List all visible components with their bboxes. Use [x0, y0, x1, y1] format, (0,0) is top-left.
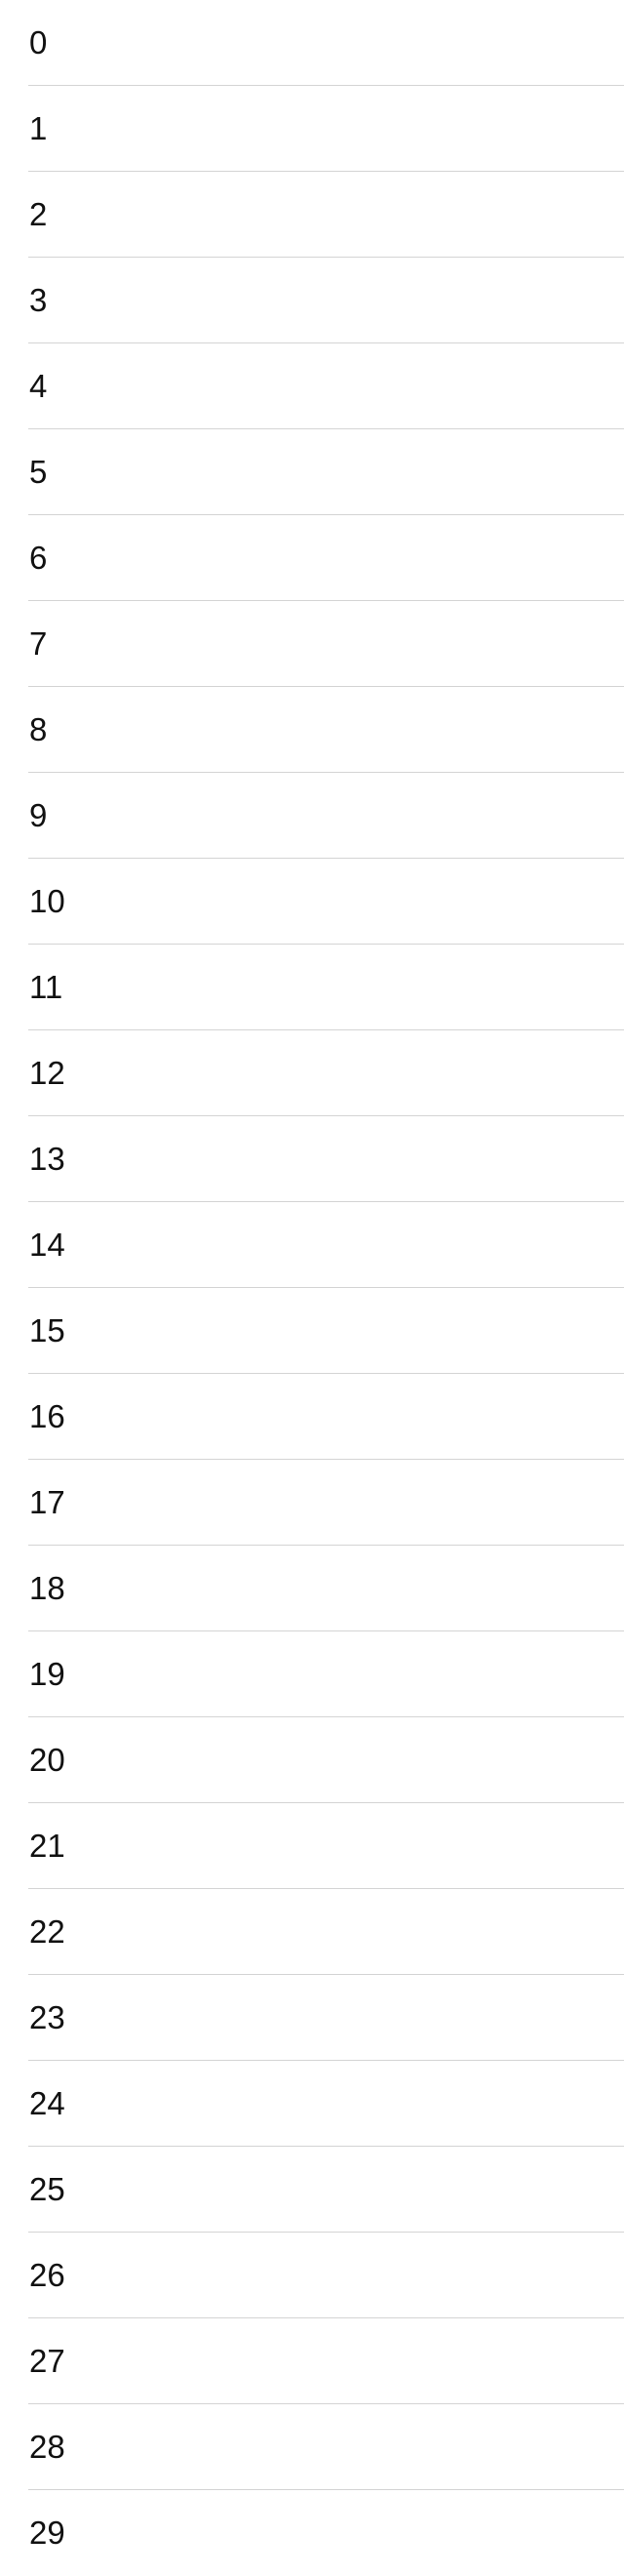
- list-item-label: 0: [29, 24, 48, 60]
- list-item-label: 23: [29, 1999, 65, 2035]
- list-item[interactable]: 18: [28, 1546, 624, 1631]
- list-item-label: 19: [29, 1656, 65, 1692]
- list-item-label: 5: [29, 454, 48, 490]
- list-item[interactable]: 17: [28, 1460, 624, 1546]
- list-item-label: 22: [29, 1913, 65, 1950]
- list-item[interactable]: 27: [28, 2318, 624, 2404]
- list-item-label: 10: [29, 883, 65, 919]
- list-item[interactable]: 3: [28, 258, 624, 343]
- list-item[interactable]: 12: [28, 1030, 624, 1116]
- list-item-label: 12: [29, 1055, 65, 1091]
- list-item[interactable]: 4: [28, 343, 624, 429]
- list-item-label: 9: [29, 797, 48, 833]
- list-item[interactable]: 16: [28, 1374, 624, 1460]
- list-item-label: 4: [29, 368, 48, 404]
- list-item-label: 8: [29, 711, 48, 747]
- list-item[interactable]: 13: [28, 1116, 624, 1202]
- list-item[interactable]: 20: [28, 1717, 624, 1803]
- list-item[interactable]: 11: [28, 945, 624, 1030]
- list-item-label: 24: [29, 2085, 65, 2121]
- list-item-label: 26: [29, 2257, 65, 2293]
- list-item[interactable]: 0: [28, 0, 624, 86]
- list-item-label: 27: [29, 2343, 65, 2379]
- list-item-label: 25: [29, 2171, 65, 2207]
- list-item-label: 7: [29, 625, 48, 662]
- list-item[interactable]: 25: [28, 2147, 624, 2233]
- list-item[interactable]: 28: [28, 2404, 624, 2490]
- list-item-label: 1: [29, 110, 48, 146]
- list-item-label: 14: [29, 1227, 65, 1263]
- list-item[interactable]: 22: [28, 1889, 624, 1975]
- list-item-label: 2: [29, 196, 48, 232]
- list-item[interactable]: 21: [28, 1803, 624, 1889]
- list-item[interactable]: 1: [28, 86, 624, 172]
- list-item-label: 16: [29, 1398, 65, 1434]
- list-item[interactable]: 5: [28, 429, 624, 515]
- list-item-label: 17: [29, 1484, 65, 1520]
- list-item[interactable]: 15: [28, 1288, 624, 1374]
- list-item[interactable]: 7: [28, 601, 624, 687]
- list-item[interactable]: 10: [28, 859, 624, 945]
- list-item[interactable]: 6: [28, 515, 624, 601]
- list-item[interactable]: 24: [28, 2061, 624, 2147]
- number-list: 0 1 2 3 4 5 6 7 8 9 10 11 12 13 14 15 16 17 18 19 20 21 22 23 24…: [0, 0, 624, 2576]
- list-item[interactable]: 8: [28, 687, 624, 773]
- list-item-label: 11: [29, 969, 63, 1005]
- list-item-label: 18: [29, 1570, 65, 1606]
- list-item-label: 29: [29, 2515, 65, 2551]
- list-item[interactable]: 19: [28, 1631, 624, 1717]
- list-item-label: 3: [29, 282, 48, 318]
- list-item-label: 15: [29, 1312, 65, 1348]
- list-item[interactable]: 14: [28, 1202, 624, 1288]
- list-item[interactable]: 9: [28, 773, 624, 859]
- list-item-label: 13: [29, 1141, 65, 1177]
- list-item-label: 20: [29, 1742, 65, 1778]
- list-item-label: 6: [29, 540, 48, 576]
- list-item-label: 21: [29, 1828, 65, 1864]
- list-item[interactable]: 26: [28, 2233, 624, 2318]
- list-item[interactable]: 2: [28, 172, 624, 258]
- list-item-label: 28: [29, 2429, 65, 2465]
- list-item[interactable]: 29: [28, 2490, 624, 2576]
- list-item[interactable]: 23: [28, 1975, 624, 2061]
